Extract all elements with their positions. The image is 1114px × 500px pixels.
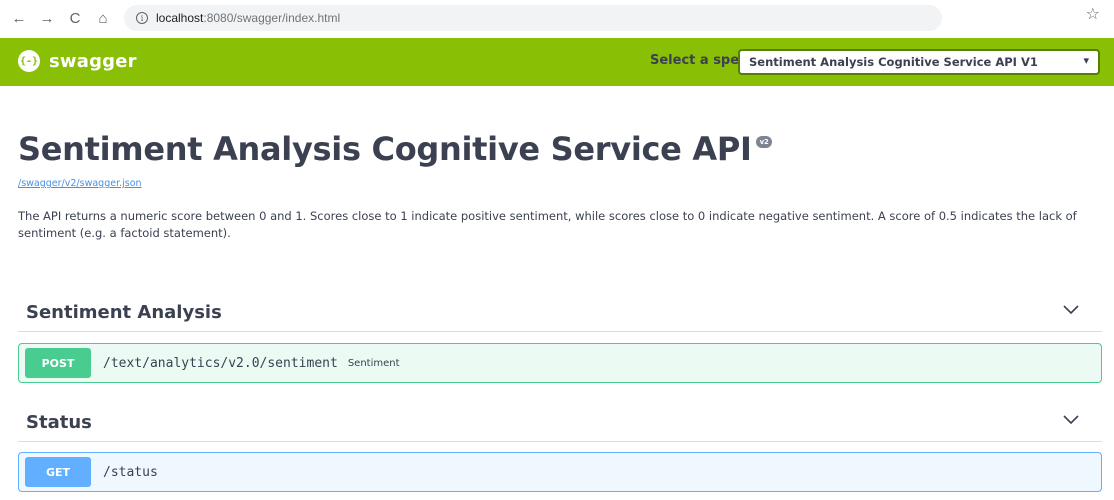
chevron-down-icon[interactable] bbox=[1062, 414, 1080, 428]
chevron-down-icon: ▾ bbox=[1083, 54, 1089, 67]
method-badge: GET bbox=[25, 457, 91, 487]
home-icon[interactable]: ⌂ bbox=[92, 7, 114, 29]
select-spec-label: Select a spec bbox=[650, 53, 747, 68]
operation-path: /text/analytics/v2.0/sentiment bbox=[103, 355, 338, 371]
arrow-left-icon[interactable]: ← bbox=[8, 7, 30, 29]
page-title: Sentiment Analysis Cognitive Service API… bbox=[18, 130, 773, 168]
browser-toolbar: ← → C ⌂ i localhost:8080/swagger/index.h… bbox=[0, 0, 1114, 36]
method-badge: POST bbox=[25, 348, 91, 378]
address-bar[interactable]: i localhost:8080/swagger/index.html bbox=[124, 5, 942, 31]
swagger-topbar: {-} swagger Select a spec Sentiment Anal… bbox=[0, 38, 1114, 86]
url-path: :8080/swagger/index.html bbox=[203, 11, 341, 25]
tag-status[interactable]: Status bbox=[18, 404, 1102, 442]
url-host: localhost bbox=[156, 11, 204, 25]
operation-path: /status bbox=[103, 464, 158, 480]
operation-summary: Sentiment bbox=[347, 357, 400, 369]
tag-title: Sentiment Analysis bbox=[26, 302, 222, 323]
api-description: The API returns a numeric score between … bbox=[18, 209, 1077, 240]
chevron-down-icon[interactable] bbox=[1062, 304, 1080, 318]
spec-select[interactable]: Sentiment Analysis Cognitive Service API… bbox=[738, 49, 1100, 75]
version-badge: v2 bbox=[755, 136, 773, 148]
operation-get-status[interactable]: GET /status bbox=[18, 452, 1102, 492]
reload-icon[interactable]: C bbox=[64, 7, 86, 29]
tag-sentiment-analysis[interactable]: Sentiment Analysis bbox=[18, 294, 1102, 332]
swagger-logo[interactable]: {-} swagger bbox=[18, 50, 137, 72]
operation-post-sentiment[interactable]: POST /text/analytics/v2.0/sentiment Sent… bbox=[18, 343, 1102, 383]
info-icon[interactable]: i bbox=[136, 12, 148, 24]
spec-select-value: Sentiment Analysis Cognitive Service API… bbox=[749, 55, 1038, 69]
star-icon[interactable]: ☆ bbox=[1086, 4, 1100, 24]
tag-title: Status bbox=[26, 412, 92, 433]
logo-text: swagger bbox=[49, 50, 137, 72]
arrow-right-icon[interactable]: → bbox=[36, 7, 58, 29]
api-title: Sentiment Analysis Cognitive Service API bbox=[18, 130, 752, 168]
spec-json-link[interactable]: /swagger/v2/swagger.json bbox=[18, 178, 142, 189]
swagger-logo-icon: {-} bbox=[18, 50, 40, 72]
